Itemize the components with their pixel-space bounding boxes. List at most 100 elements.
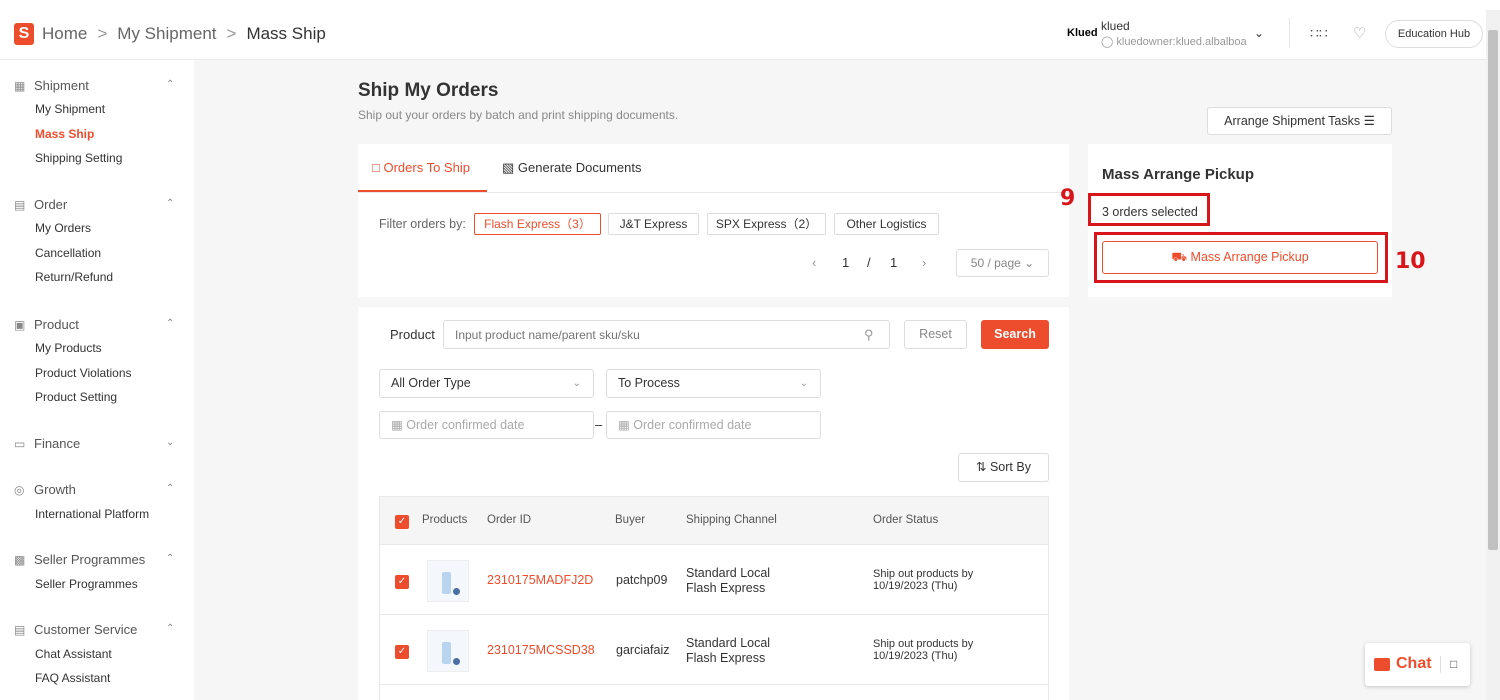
sidebar-item-shipping-setting[interactable]: Shipping Setting <box>35 151 122 165</box>
sidebar-group-header[interactable]: ▤ Customer Service <box>14 622 137 637</box>
buyer-name: patchp09 <box>616 573 668 587</box>
product-thumbnail[interactable] <box>427 630 469 672</box>
product-bottle <box>442 572 451 594</box>
filter-other-logistics[interactable]: Other Logistics <box>834 213 939 235</box>
seller-programmes-icon: ▩ <box>14 553 26 567</box>
sort-by-button[interactable]: ⇅ Sort By <box>958 453 1049 482</box>
date-start-input[interactable]: ▦ Order confirmed date <box>379 411 594 439</box>
sidebar-group-header[interactable]: ▣ Product <box>14 317 79 332</box>
order-id-link[interactable]: 2310175MADFJ2D <box>487 573 593 587</box>
chevron-up-icon[interactable]: ⌃ <box>166 79 174 90</box>
arrange-shipment-tasks-button[interactable]: Arrange Shipment Tasks ☰ <box>1207 107 1392 135</box>
filter-jt-express[interactable]: J&T Express <box>608 213 699 235</box>
next-page-icon[interactable]: › <box>922 255 926 270</box>
sidebar-item-my-orders[interactable]: My Orders <box>35 221 91 235</box>
sidebar-group-header[interactable]: ▩ Seller Programmes <box>14 552 145 567</box>
sidebar-item-seller-programmes[interactable]: Seller Programmes <box>35 577 138 591</box>
breadcrumb-home[interactable]: Home <box>42 24 87 43</box>
chevron-down-icon: ⌄ <box>572 378 581 389</box>
per-page-select[interactable]: 50 / page ⌄ <box>956 249 1049 277</box>
product-search-input[interactable] <box>443 320 890 349</box>
page-total: 1 <box>890 255 898 270</box>
apps-grid-icon[interactable]: ∷∷ <box>1310 25 1328 42</box>
orders-box-icon: □ <box>372 160 384 175</box>
prev-page-icon[interactable]: ‹ <box>812 255 816 270</box>
search-button[interactable]: Search <box>981 320 1049 349</box>
order-type-select[interactable]: All Order Type ⌄ <box>379 369 594 398</box>
shop-name[interactable]: klued <box>1101 19 1130 33</box>
order-icon: ▤ <box>14 198 26 212</box>
sidebar-item-product-setting[interactable]: Product Setting <box>35 390 117 404</box>
sidebar: ▦ Shipment ⌃ My Shipment Mass Ship Shippi… <box>0 60 194 700</box>
sidebar-item-faq-assistant[interactable]: FAQ Assistant <box>35 671 110 685</box>
tab-orders-to-ship[interactable]: □ Orders To Ship <box>372 160 470 175</box>
page-scrollbar[interactable] <box>1486 10 1500 700</box>
divider <box>1289 18 1290 48</box>
chevron-up-icon[interactable]: ⌃ <box>166 623 174 634</box>
expand-window-icon[interactable]: □ <box>1450 657 1457 671</box>
breadcrumb-sep-icon: > <box>97 24 108 43</box>
sidebar-item-my-shipment[interactable]: My Shipment <box>35 102 105 116</box>
notification-bell-icon[interactable]: ♡ <box>1353 24 1366 42</box>
product-label: Product <box>390 327 435 342</box>
row-checkbox[interactable]: ✓ <box>395 645 409 659</box>
finance-icon: ▭ <box>14 437 26 451</box>
date-range-separator: – <box>595 417 603 432</box>
calendar-icon: ▦ <box>391 418 407 432</box>
chat-widget[interactable]: Chat □ <box>1365 643 1470 686</box>
shipment-icon: ▦ <box>14 79 26 93</box>
sidebar-group-header[interactable]: ◎ Growth <box>14 482 76 497</box>
date-end-input[interactable]: ▦ Order confirmed date <box>606 411 821 439</box>
chevron-down-icon[interactable]: ⌄ <box>166 437 174 448</box>
sidebar-group-header[interactable]: ▭ Finance <box>14 436 80 451</box>
shop-user: ◯ kluedowner:klued.albalboa <box>1101 36 1247 48</box>
sort-arrows-icon: ⇅ <box>976 460 990 474</box>
orders-card: □ Orders To Ship ▧ Generate Documents Fi… <box>358 144 1069 700</box>
filter-flash-express[interactable]: Flash Express（3） <box>474 213 601 235</box>
process-status-select[interactable]: To Process ⌄ <box>606 369 821 398</box>
filter-label: Filter orders by: <box>379 217 466 231</box>
filter-spx-express[interactable]: SPX Express（2） <box>707 213 826 235</box>
table-row[interactable]: ✓ 2310175MCSSD38 garciafaiz Standard Loc… <box>379 615 1049 685</box>
printer-icon: ▧ <box>502 160 518 175</box>
shipping-channel: Standard Local Flash Express <box>686 566 771 595</box>
education-hub-button[interactable]: Education Hub <box>1385 20 1483 48</box>
select-all-checkbox[interactable]: ✓ <box>395 515 409 529</box>
table-row[interactable] <box>379 685 1049 700</box>
sidebar-group-header[interactable]: ▦ Shipment <box>14 78 89 93</box>
column-order-id: Order ID <box>487 514 532 526</box>
sidebar-item-cancellation[interactable]: Cancellation <box>35 246 101 260</box>
chevron-up-icon[interactable]: ⌃ <box>166 318 174 329</box>
page-title: Ship My Orders <box>358 80 499 101</box>
sidebar-item-international-platform[interactable]: International Platform <box>35 507 149 521</box>
table-row[interactable]: ✓ 2310175MADFJ2D patchp09 Standard Local… <box>379 545 1049 615</box>
order-status: Ship out products by 10/19/2023 (Thu) <box>873 568 974 592</box>
chevron-up-icon[interactable]: ⌃ <box>166 483 174 494</box>
order-id-link[interactable]: 2310175MCSSD38 <box>487 643 595 657</box>
sidebar-item-mass-ship[interactable]: Mass Ship <box>35 127 94 141</box>
reset-button[interactable]: Reset <box>904 320 967 349</box>
product-thumbnail[interactable] <box>427 560 469 602</box>
sidebar-item-return-refund[interactable]: Return/Refund <box>35 270 113 284</box>
highlight-box-9 <box>1088 193 1210 226</box>
sidebar-group-header[interactable]: ▤ Order <box>14 197 67 212</box>
account-chevron-down-icon[interactable]: ⌄ <box>1254 26 1264 40</box>
scrollbar-thumb[interactable] <box>1488 30 1498 550</box>
tab-generate-documents[interactable]: ▧ Generate Documents <box>502 160 641 176</box>
search-icon[interactable]: ⚲ <box>864 327 874 343</box>
sidebar-item-product-violations[interactable]: Product Violations <box>35 366 132 380</box>
user-icon: ◯ <box>1101 36 1117 48</box>
chevron-down-icon: ⌄ <box>799 378 808 389</box>
row-checkbox[interactable]: ✓ <box>395 575 409 589</box>
highlight-box-10 <box>1094 232 1388 283</box>
chevron-up-icon[interactable]: ⌃ <box>166 553 174 564</box>
page-subtitle: Ship out your orders by batch and print … <box>358 108 679 122</box>
chevron-up-icon[interactable]: ⌃ <box>166 198 174 209</box>
breadcrumb-my-shipment[interactable]: My Shipment <box>117 24 216 43</box>
panel-title: Mass Arrange Pickup <box>1102 166 1254 183</box>
sidebar-item-my-products[interactable]: My Products <box>35 341 102 355</box>
column-order-status: Order Status <box>873 514 939 526</box>
chat-icon <box>1374 658 1390 671</box>
shopee-logo[interactable]: S <box>14 23 34 45</box>
sidebar-item-chat-assistant[interactable]: Chat Assistant <box>35 647 112 661</box>
